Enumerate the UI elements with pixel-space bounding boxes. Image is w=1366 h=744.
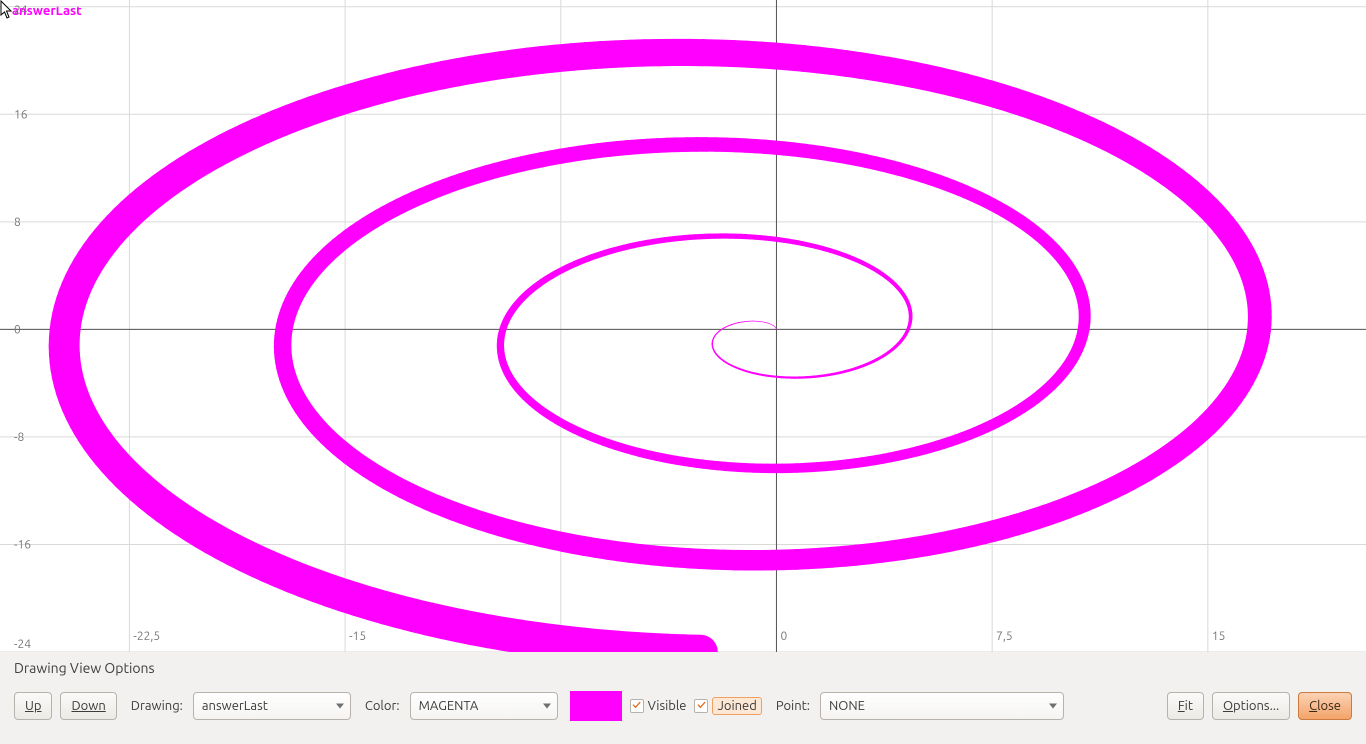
drawing-label: Drawing: (125, 699, 185, 713)
svg-text:16: 16 (14, 108, 28, 121)
joined-checkbox-wrap[interactable]: Joined (694, 697, 761, 715)
visible-checkbox-wrap[interactable]: Visible (630, 699, 687, 713)
fit-button[interactable]: Fit (1167, 692, 1204, 720)
options-button[interactable]: Options... (1212, 692, 1290, 720)
visible-checkbox-label: Visible (648, 699, 687, 713)
panel-title: Drawing View Options (14, 652, 1352, 686)
close-button-label: Close (1309, 699, 1341, 713)
chevron-down-icon (1049, 704, 1057, 709)
svg-text:7,5: 7,5 (996, 630, 1013, 643)
point-combobox-value: NONE (829, 699, 865, 713)
color-combobox-value: MAGENTA (419, 699, 479, 713)
chevron-down-icon (543, 704, 551, 709)
svg-text:0: 0 (14, 323, 21, 336)
point-label: Point: (770, 699, 812, 713)
up-button[interactable]: Up (14, 692, 52, 720)
svg-text:8: 8 (14, 216, 21, 229)
drawing-view-options-panel: Drawing View Options Up Down Drawing: an… (0, 652, 1366, 744)
drawing-combobox[interactable]: answerLast (193, 692, 351, 720)
joined-checkbox[interactable] (694, 699, 708, 713)
controls-row: Up Down Drawing: answerLast Color: MAGEN… (14, 686, 1352, 726)
joined-checkbox-label: Joined (712, 697, 761, 715)
svg-text:-16: -16 (14, 538, 31, 551)
svg-text:-22,5: -22,5 (133, 630, 160, 643)
chevron-down-icon (336, 704, 344, 709)
svg-text:15: 15 (1212, 630, 1226, 643)
plot-area[interactable]: answerLast -22,5-15-7,507,515-24-16-8081… (0, 0, 1366, 653)
svg-text:-8: -8 (14, 431, 24, 444)
options-button-label: Options... (1223, 699, 1279, 713)
color-label: Color: (359, 699, 402, 713)
fit-button-label: Fit (1178, 699, 1193, 713)
close-button[interactable]: Close (1298, 692, 1352, 720)
color-swatch (570, 691, 622, 721)
svg-text:24: 24 (14, 4, 28, 17)
svg-text:-15: -15 (349, 630, 366, 643)
point-combobox[interactable]: NONE (820, 692, 1064, 720)
color-combobox[interactable]: MAGENTA (410, 692, 558, 720)
visible-checkbox[interactable] (630, 699, 644, 713)
plot-canvas[interactable]: -22,5-15-7,507,515-24-16-8081624 (0, 0, 1366, 652)
down-button[interactable]: Down (60, 692, 116, 720)
drawing-combobox-value: answerLast (202, 699, 268, 713)
svg-text:0: 0 (780, 630, 787, 643)
svg-text:-24: -24 (14, 638, 31, 651)
